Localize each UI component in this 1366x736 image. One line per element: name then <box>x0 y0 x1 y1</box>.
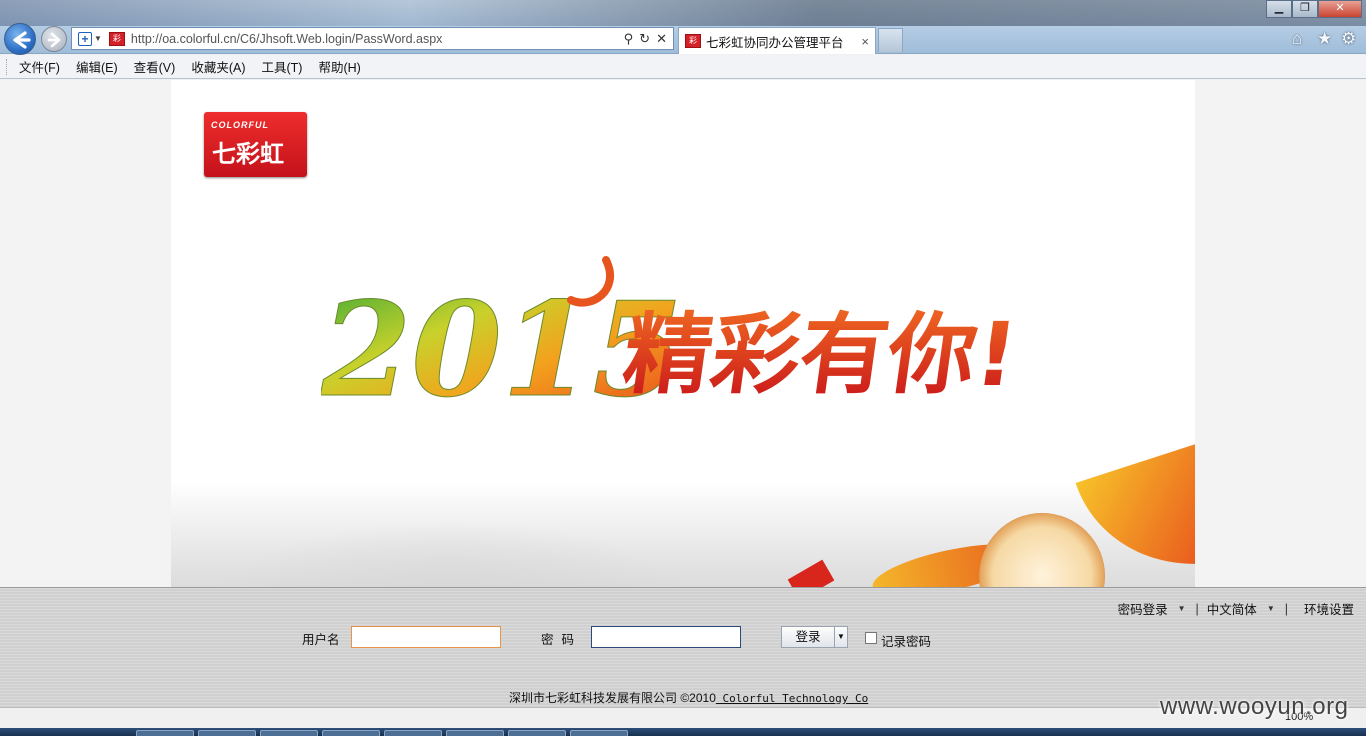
menu-bar: 文件(F) 编辑(E) 查看(V) 收藏夹(A) 工具(T) 帮助(H) <box>0 55 1366 79</box>
back-button[interactable] <box>4 23 36 55</box>
headline-art: 2015 精彩有你! <box>321 256 1024 427</box>
remember-password-label: 记录密码 <box>881 635 932 649</box>
colorful-logo: COLORFUL 七彩虹 <box>204 112 307 177</box>
password-login-link[interactable]: 密码登录 <box>1118 599 1168 618</box>
username-label: 用户名 <box>302 633 340 647</box>
minimize-button[interactable]: ▁ <box>1266 0 1292 18</box>
login-button[interactable]: 登录 <box>781 626 835 648</box>
taskbar-item[interactable] <box>136 730 194 736</box>
forward-button[interactable] <box>41 26 67 52</box>
taskbar-item[interactable] <box>198 730 256 736</box>
menu-file[interactable]: 文件(F) <box>19 57 60 76</box>
chevron-down-icon[interactable]: ▼ <box>1267 604 1275 613</box>
menu-grip <box>6 59 9 75</box>
tab-close-icon[interactable]: × <box>861 34 869 49</box>
copyright-en-link[interactable]: Colorful Technology Co <box>716 692 868 705</box>
username-input[interactable] <box>351 626 501 648</box>
taskbar-item[interactable] <box>322 730 380 736</box>
logo-main-text: 七彩虹 <box>212 140 284 168</box>
taskbar-item[interactable] <box>446 730 504 736</box>
forward-arrow-icon <box>47 32 61 48</box>
password-label: 密码 <box>541 633 583 647</box>
watermark: www.wooyun.org <box>1160 693 1349 720</box>
banner: COLORFUL 七彩虹 2015 精彩有你! <box>171 80 1195 587</box>
taskbar-item[interactable] <box>384 730 442 736</box>
separator: | <box>1284 601 1288 616</box>
menu-tools[interactable]: 工具(T) <box>261 57 302 76</box>
compatibility-view-icon[interactable]: + <box>78 31 92 46</box>
restore-button[interactable]: ❐ <box>1292 0 1318 18</box>
tab-title: 七彩虹协同办公管理平台 <box>706 35 844 50</box>
separator: | <box>1195 601 1199 616</box>
password-input[interactable] <box>591 626 741 648</box>
remember-password-checkbox[interactable] <box>865 632 877 644</box>
copyright: 深圳市七彩虹科技发展有限公司 ©2010 Colorful Technology… <box>509 689 868 706</box>
home-icon[interactable]: ⌂ <box>1292 29 1302 49</box>
menu-view[interactable]: 查看(V) <box>134 57 176 76</box>
favorites-icon[interactable]: ★ <box>1317 29 1332 49</box>
language-link[interactable]: 中文简体 <box>1207 599 1257 618</box>
headline-text: 精彩有你! <box>617 303 1023 405</box>
search-icon[interactable]: ⚲ <box>624 31 634 47</box>
menu-favorites[interactable]: 收藏夹(A) <box>191 57 245 76</box>
address-bar[interactable]: + ▼ 彩 http://oa.colorful.cn/C6/Jhsoft.We… <box>71 27 674 50</box>
tools-icon[interactable]: ⚙ <box>1341 29 1356 49</box>
refresh-icon[interactable]: ↻ <box>639 31 650 47</box>
new-tab-button[interactable] <box>878 28 903 52</box>
taskbar-item[interactable] <box>508 730 566 736</box>
menu-help[interactable]: 帮助(H) <box>318 57 360 76</box>
site-favicon-icon: 彩 <box>108 31 125 46</box>
taskbar-item[interactable] <box>570 730 628 736</box>
menu-edit[interactable]: 编辑(E) <box>76 57 118 76</box>
chevron-down-icon[interactable]: ▼ <box>94 34 102 43</box>
chevron-down-icon[interactable]: ▼ <box>835 626 848 648</box>
copyright-cn: 深圳市七彩虹科技发展有限公司 ©2010 <box>509 691 716 705</box>
login-options: 密码登录 ▼ | 中文简体 ▼ | 环境设置 <box>1110 599 1354 618</box>
url-text[interactable]: http://oa.colorful.cn/C6/Jhsoft.Web.logi… <box>131 32 624 46</box>
stop-icon[interactable]: ✕ <box>656 31 667 47</box>
environment-settings-link[interactable]: 环境设置 <box>1304 599 1354 618</box>
login-bar: 密码登录 ▼ | 中文简体 ▼ | 环境设置 用户名 密码 登录 ▼ 记录密码 … <box>0 587 1366 707</box>
chevron-down-icon[interactable]: ▼ <box>1178 604 1186 613</box>
tab-favicon-icon: 彩 <box>685 34 701 48</box>
taskbar-item[interactable] <box>260 730 318 736</box>
window-controls: ▁ ❐ ✕ <box>1266 0 1362 18</box>
tab-active[interactable]: 彩 七彩虹协同办公管理平台 × <box>678 27 876 54</box>
close-window-button[interactable]: ✕ <box>1318 0 1362 18</box>
logo-small-text: COLORFUL <box>211 120 269 130</box>
back-arrow-icon <box>13 31 31 49</box>
